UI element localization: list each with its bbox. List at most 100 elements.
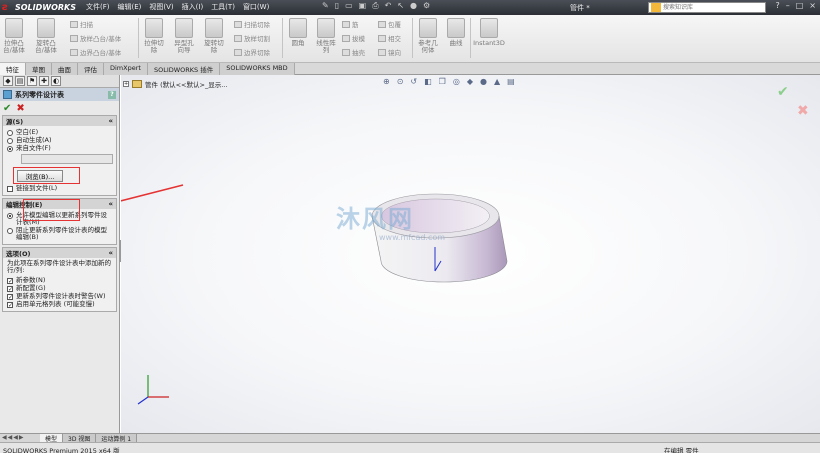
menu-insert[interactable]: 插入(I) — [182, 2, 204, 12]
tab-model[interactable]: 模型 — [40, 434, 64, 443]
cell-dropdown-option[interactable]: ✓ 启用单元格列表 (可能变慢) — [7, 301, 112, 309]
cell-dropdown-checkbox[interactable]: ✓ — [7, 302, 13, 309]
collapse-icon[interactable]: « — [108, 117, 113, 125]
link-to-file-checkbox[interactable] — [7, 186, 13, 192]
help-icon[interactable]: ? — [775, 1, 779, 10]
new-document-icon[interactable]: ▯ — [335, 1, 339, 11]
loft-button[interactable]: 放样凸台/基体 — [70, 33, 121, 43]
pm-help-button[interactable]: ? — [108, 90, 116, 99]
sweep-cut-button[interactable]: 扫描切除 — [234, 19, 270, 29]
fillet-button[interactable]: 圆角 — [286, 18, 310, 47]
revolve-boss-button[interactable]: 旋转凸台/基体 — [34, 18, 58, 54]
blank-option[interactable]: 空白(E) — [7, 129, 112, 136]
graphics-area[interactable]: + 管件 (默认<<默认>_显示... ⊕ ⊙ ↺ ◧ ❒ ◎ ◆ ● ▲ ▤ … — [121, 75, 820, 433]
boundary-cut-button[interactable]: 边界切除 — [234, 47, 270, 57]
configuration-manager-icon[interactable]: ⚑ — [27, 76, 37, 86]
allow-edits-radio[interactable] — [7, 213, 13, 219]
auto-create-radio[interactable] — [7, 138, 13, 144]
options-icon[interactable]: ⚙ — [423, 1, 430, 11]
instant3d-button[interactable]: Instant3D — [472, 18, 506, 47]
pin-icon[interactable]: ✎ — [322, 1, 329, 11]
tab-addins[interactable]: SOLIDWORKS 插件 — [147, 63, 221, 75]
save-icon[interactable]: ▣ — [359, 1, 367, 11]
options-header[interactable]: 选项(O) « — [3, 248, 116, 258]
rebuild-icon[interactable]: ● — [410, 1, 417, 11]
reference-geometry-label: 参考几何体 — [418, 39, 438, 54]
undo-icon[interactable]: ↶ — [385, 1, 392, 11]
loft-cut-button[interactable]: 放样切割 — [234, 33, 270, 43]
draft-button[interactable]: 拔模 — [342, 33, 365, 43]
curves-button[interactable]: 曲线 — [444, 18, 468, 47]
source-group-body: 空白(E) 自动生成(A) 来自文件(F) 浏览(B)... 链接到文件(L) — [3, 126, 116, 195]
new-configs-checkbox[interactable]: ✓ — [7, 286, 13, 293]
menu-tools[interactable]: 工具(T) — [211, 2, 235, 12]
blank-radio[interactable] — [7, 130, 13, 136]
revolve-cut-button[interactable]: 旋转切除 — [202, 18, 226, 54]
menu-edit[interactable]: 编辑(E) — [118, 2, 142, 12]
dimxpert-manager-icon[interactable]: ✚ — [39, 76, 49, 86]
reference-geometry-button[interactable]: 参考几何体 — [416, 18, 440, 54]
hole-wizard-button[interactable]: 异型孔向导 — [172, 18, 196, 54]
intersect-button[interactable]: 相交 — [378, 33, 401, 43]
print-icon[interactable]: ⎙ — [372, 1, 378, 11]
minimize-icon[interactable]: – — [786, 1, 790, 10]
sweep-label: 扫描 — [80, 21, 93, 29]
tab-motion-study[interactable]: 运动算例 1 — [96, 434, 138, 443]
file-path-field[interactable] — [21, 154, 113, 164]
tab-dimxpert[interactable]: DimXpert — [104, 63, 148, 75]
property-manager: ◆ ▤ ⚑ ✚ ◐ 系列零件设计表 ? ✔ ✖ 源(S) « 空白(E) 自动生… — [0, 75, 120, 433]
new-params-label: 新参数(N) — [16, 276, 46, 284]
maximize-icon[interactable]: □ — [796, 1, 804, 10]
new-configs-option[interactable]: ✓ 新配置(G) — [7, 285, 112, 293]
display-manager-icon[interactable]: ◐ — [51, 76, 61, 86]
from-file-radio[interactable] — [7, 146, 13, 152]
wrap-button[interactable]: 包覆 — [378, 19, 401, 29]
extrude-boss-label: 拉伸凸台/基体 — [3, 39, 25, 54]
reference-geometry-icon — [419, 18, 437, 38]
tab-sketch[interactable]: 草图 — [26, 63, 52, 75]
sweep-button[interactable]: 扫描 — [70, 19, 93, 29]
ribbon-separator — [282, 18, 283, 58]
linear-pattern-button[interactable]: 线性阵列 — [314, 18, 338, 54]
part-model[interactable] — [121, 75, 820, 433]
cancel-button[interactable]: ✖ — [16, 103, 24, 114]
select-icon[interactable]: ↖ — [397, 1, 404, 11]
open-icon[interactable]: ▭ — [345, 1, 353, 11]
new-params-checkbox[interactable]: ✓ — [7, 278, 13, 285]
shell-button[interactable]: 抽壳 — [342, 47, 365, 57]
tab-nav-arrows[interactable]: ◀◀◀▶ — [0, 434, 40, 442]
draft-label: 拔模 — [352, 35, 365, 43]
search-input[interactable] — [663, 3, 759, 12]
tab-mbd[interactable]: SOLIDWORKS MBD — [220, 63, 295, 75]
ok-button[interactable]: ✔ — [3, 103, 11, 114]
source-group-header[interactable]: 源(S) « — [3, 116, 116, 126]
blank-label: 空白(E) — [16, 128, 39, 136]
collapse-icon[interactable]: « — [108, 200, 113, 208]
collapse-icon[interactable]: « — [108, 249, 113, 257]
extrude-boss-button[interactable]: 拉伸凸台/基体 — [2, 18, 26, 54]
boundary-boss-button[interactable]: 边界凸台/基体 — [70, 47, 121, 57]
rib-button[interactable]: 筋 — [342, 19, 359, 29]
from-file-option[interactable]: 来自文件(F) — [7, 145, 112, 152]
close-icon[interactable]: × — [809, 1, 816, 10]
property-manager-icon[interactable]: ▤ — [15, 76, 25, 86]
tab-features[interactable]: 特征 — [0, 63, 26, 75]
tab-evaluate[interactable]: 评估 — [78, 63, 104, 75]
warn-update-option[interactable]: ✓ 更新系列零件设计表时警告(W) — [7, 293, 112, 301]
auto-create-option[interactable]: 自动生成(A) — [7, 137, 112, 144]
mirror-button[interactable]: 镜向 — [378, 47, 401, 57]
tab-surfaces[interactable]: 曲面 — [52, 63, 78, 75]
block-edits-radio[interactable] — [7, 228, 13, 234]
menu-file[interactable]: 文件(F) — [86, 2, 110, 12]
warn-update-checkbox[interactable]: ✓ — [7, 294, 13, 301]
command-manager: 拉伸凸台/基体 旋转凸台/基体 扫描 放样凸台/基体 边界凸台/基体 拉伸切除 … — [0, 15, 820, 63]
new-params-option[interactable]: ✓ 新参数(N) — [7, 276, 112, 285]
menu-view[interactable]: 视图(V) — [149, 2, 173, 12]
menu-window[interactable]: 窗口(W) — [243, 2, 269, 12]
block-edits-option[interactable]: 阻止更新系列零件设计表的模型编辑(B) — [7, 227, 112, 241]
solidworks-logo[interactable]: ƨ SOLIDWORKS — [2, 2, 76, 13]
feature-tree-icon[interactable]: ◆ — [3, 76, 13, 86]
link-to-file-option[interactable]: 链接到文件(L) — [7, 185, 112, 192]
tab-3d-views[interactable]: 3D 视图 — [63, 434, 97, 443]
extrude-cut-button[interactable]: 拉伸切除 — [142, 18, 166, 54]
